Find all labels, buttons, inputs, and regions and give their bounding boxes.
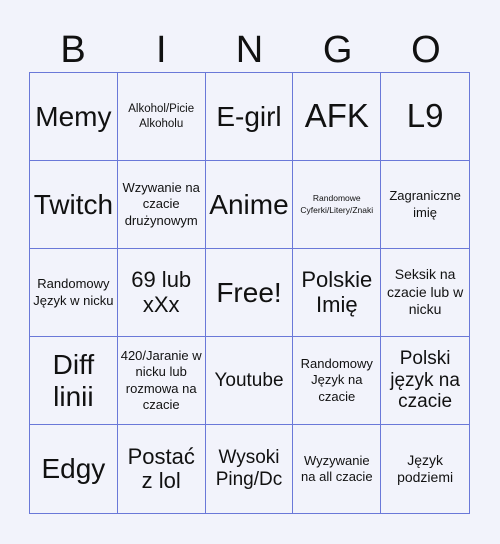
bingo-cell[interactable]: Język podziemi [381, 425, 469, 513]
bingo-cell[interactable]: Seksik na czacie lub w nicku [381, 249, 469, 337]
header-letter-b: B [60, 29, 86, 71]
bingo-cell[interactable]: Zagraniczne imię [381, 161, 469, 249]
bingo-cell[interactable]: Wysoki Ping/Dc [206, 425, 294, 513]
bingo-cell[interactable]: Anime [205, 161, 294, 249]
bingo-cell[interactable]: Polskie Imię [293, 249, 382, 337]
bingo-cell[interactable]: Postać z lol [118, 425, 206, 513]
bingo-cell[interactable]: Edgy [30, 425, 118, 513]
header-letter-o: O [411, 29, 441, 71]
bingo-cell-free[interactable]: Free! [205, 249, 294, 337]
bingo-cell[interactable]: L9 [381, 73, 469, 161]
bingo-cell[interactable]: E-girl [205, 73, 294, 161]
header-letter-i: I [156, 29, 167, 71]
bingo-cell[interactable]: Memy [30, 73, 118, 161]
bingo-cell[interactable]: Alkohol/Picie Alkoholu [117, 73, 206, 161]
bingo-cell[interactable]: 69 lub xXx [117, 249, 206, 337]
bingo-cell[interactable]: Youtube [205, 337, 294, 425]
bingo-cell[interactable]: Randomowy Język na czacie [293, 337, 382, 425]
header-letter-n: N [235, 29, 264, 71]
bingo-cell[interactable]: Polski język na czacie [381, 337, 469, 425]
bingo-board: Memy Alkohol/Picie Alkoholu E-girl AFK L9 Twi… [29, 72, 470, 514]
bingo-cell[interactable]: Wzywanie na czacie drużynowym [117, 161, 206, 249]
header-letter-g: G [322, 29, 353, 71]
bingo-cell[interactable]: Wyzywanie na all czacie [293, 425, 382, 513]
bingo-cell[interactable]: Randomowy Język w nicku [30, 249, 118, 337]
bingo-cell[interactable]: AFK [293, 73, 382, 161]
bingo-cell[interactable]: 420/Jaranie w nicku lub rozmowa na czaci… [117, 337, 206, 425]
bingo-cell[interactable]: Twitch [30, 161, 118, 249]
bingo-header: B I N G O [29, 28, 470, 72]
bingo-cell[interactable]: Randomowe Cyferki/Litery/Znaki [293, 161, 382, 249]
bingo-cell[interactable]: Diff linii [30, 337, 118, 425]
